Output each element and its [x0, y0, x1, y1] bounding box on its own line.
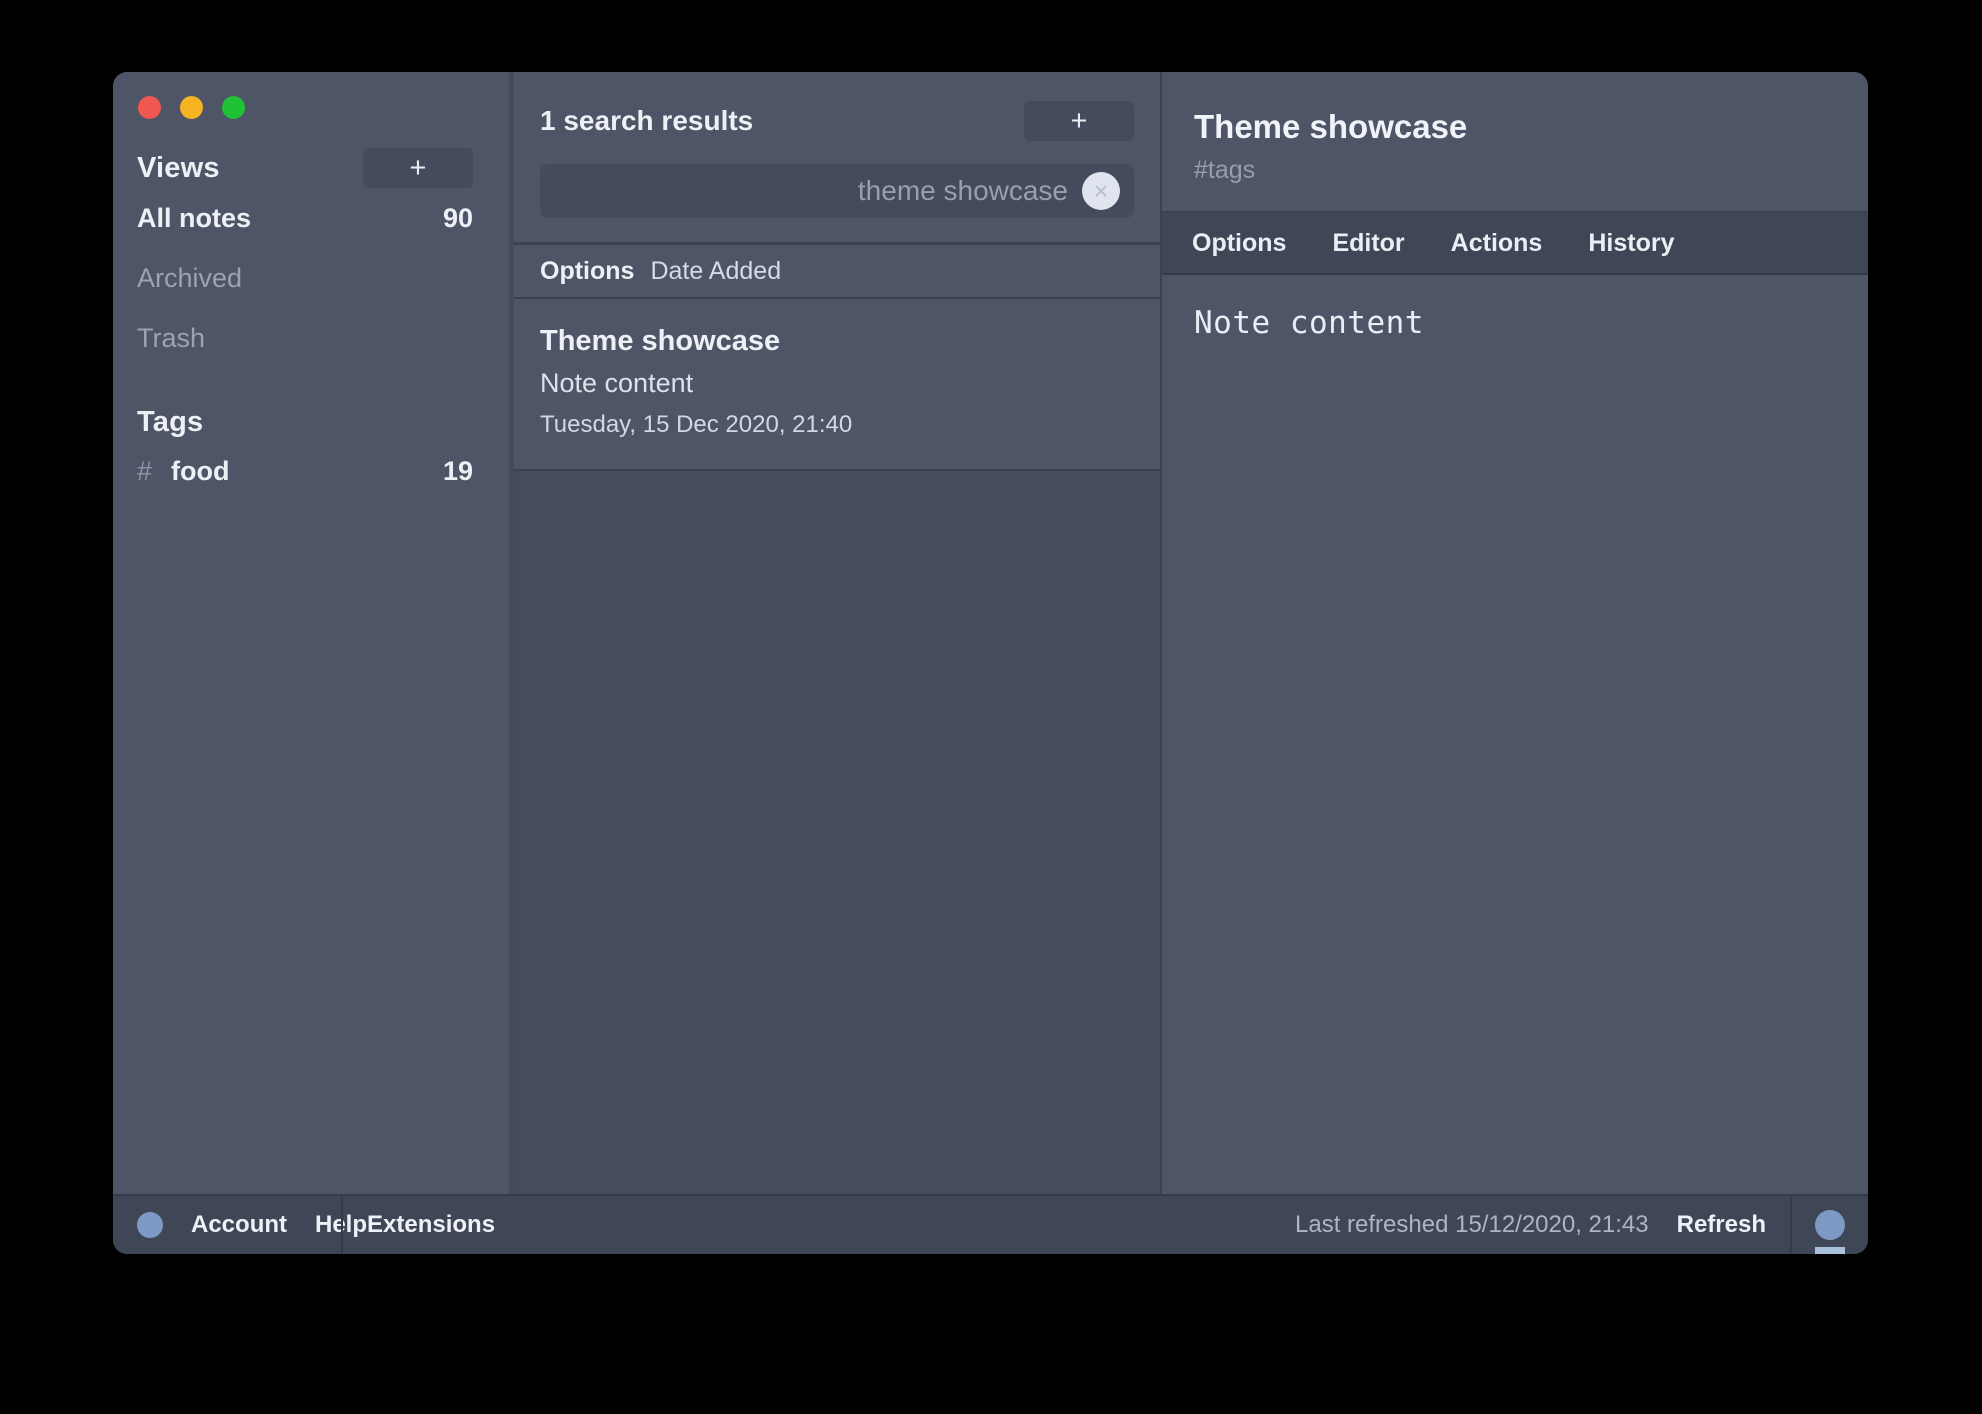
tab-actions[interactable]: Actions [1443, 223, 1551, 264]
tag-name: food [171, 456, 229, 487]
tab-options[interactable]: Options [1184, 223, 1294, 264]
refresh-button[interactable]: Refresh [1677, 1211, 1766, 1239]
add-view-button[interactable]: + [363, 148, 473, 188]
list-item[interactable]: Theme showcase Note content Tuesday, 15 … [514, 299, 1160, 471]
status-bar-left: Account Help [113, 1196, 341, 1254]
sync-dot-icon [1815, 1210, 1845, 1240]
account-status-dot-icon [137, 1212, 163, 1238]
close-circle-icon[interactable] [1082, 172, 1120, 210]
search-header: 1 search results + theme showcase [514, 72, 1160, 244]
search-results-count: 1 search results [540, 105, 753, 137]
sidebar-item-all-notes[interactable]: All notes 90 [113, 188, 509, 248]
tags-title: Tags [137, 406, 203, 439]
editor-header: Theme showcase #tags [1162, 72, 1868, 213]
sync-status-indicator[interactable] [1792, 1196, 1868, 1254]
zoom-button[interactable] [222, 96, 245, 119]
app-window: Views + All notes 90 Archived Trash Tags… [113, 72, 1868, 1254]
views-section-header: Views + [113, 148, 509, 188]
views-title: Views [137, 152, 220, 185]
close-button[interactable] [138, 96, 161, 119]
tab-editor[interactable]: Editor [1324, 223, 1412, 264]
sidebar-tag-food[interactable]: # food 19 [113, 442, 509, 500]
note-item-preview: Note content [540, 368, 1134, 399]
sidebar-item-label: Trash [137, 323, 205, 354]
note-item-date: Tuesday, 15 Dec 2020, 21:40 [540, 411, 1134, 439]
editor-panel: Theme showcase #tags Options Editor Acti… [1162, 72, 1868, 1194]
list-options-bar: Options Date Added [514, 244, 1160, 299]
status-bar: Account Help Extensions Last refreshed 1… [113, 1194, 1868, 1254]
note-list: Theme showcase Note content Tuesday, 15 … [514, 299, 1160, 1194]
list-options-button[interactable]: Options [540, 257, 634, 286]
sidebar-item-label: All notes [137, 203, 251, 234]
hash-icon: # [137, 456, 152, 487]
sync-progress-bar [1815, 1247, 1845, 1254]
search-header-top: 1 search results + [540, 100, 1134, 142]
extensions-button[interactable]: Extensions [367, 1211, 495, 1239]
sidebar-item-label: Archived [137, 263, 242, 294]
editor-tabbar: Options Editor Actions History [1162, 213, 1868, 275]
add-note-button[interactable]: + [1024, 101, 1134, 141]
editor-body[interactable]: Note content [1162, 275, 1868, 1194]
tag-count: 19 [443, 456, 473, 487]
note-item-title: Theme showcase [540, 325, 1134, 358]
sidebar: Views + All notes 90 Archived Trash Tags… [113, 72, 509, 1194]
search-input-value: theme showcase [858, 175, 1068, 207]
sidebar-item-archived[interactable]: Archived [113, 248, 509, 308]
account-button[interactable]: Account [191, 1211, 287, 1239]
tag-label-group: # food [137, 456, 230, 487]
main-body: Views + All notes 90 Archived Trash Tags… [113, 72, 1868, 1194]
note-title-field[interactable]: Theme showcase [1194, 108, 1836, 146]
last-refreshed-label: Last refreshed 15/12/2020, 21:43 [1295, 1211, 1649, 1239]
search-input[interactable]: theme showcase [540, 164, 1134, 218]
sidebar-item-count: 90 [443, 203, 473, 234]
note-tags-field[interactable]: #tags [1194, 156, 1836, 185]
minimize-button[interactable] [180, 96, 203, 119]
window-controls [113, 72, 509, 114]
tags-section-header: Tags [113, 402, 509, 442]
sidebar-item-trash[interactable]: Trash [113, 308, 509, 368]
tab-history[interactable]: History [1580, 223, 1682, 264]
notes-panel: 1 search results + theme showcase Option… [514, 72, 1160, 1194]
note-content-text[interactable]: Note content [1194, 305, 1836, 341]
status-bar-middle: Extensions Last refreshed 15/12/2020, 21… [343, 1196, 1790, 1254]
list-sort-label[interactable]: Date Added [650, 257, 781, 286]
